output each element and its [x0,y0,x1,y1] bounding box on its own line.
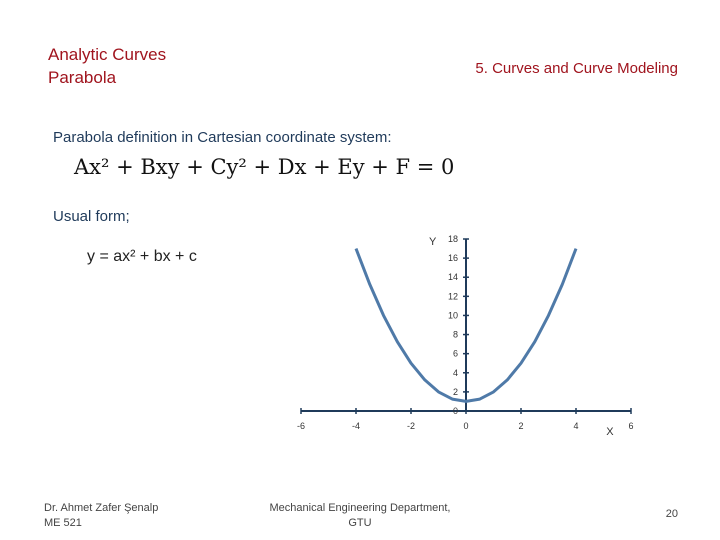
page-number: 20 [665,508,678,520]
y-tick-label: 10 [448,310,458,320]
y-tick-label: 16 [448,253,458,263]
y-tick-label: 4 [453,368,458,378]
x-tick-label: 2 [518,421,523,431]
author-name: Dr. Ahmet Zafer Şenalp [44,502,159,514]
course-code: ME 521 [44,517,82,529]
y-tick-label: 12 [448,291,458,301]
x-tick-label: -6 [297,421,305,431]
parabola-chart: -6 -4 -2 0 2 4 6 0 2 4 6 8 10 12 14 16 18 X Y [297,234,634,438]
slide: Analytic Curves Parabola 5. Curves and C… [0,0,720,540]
x-tick-label: -2 [407,421,415,431]
y-tick-label: 0 [453,406,458,416]
x-tick-label: 6 [628,421,633,431]
x-tick-label: -4 [352,421,360,431]
y-axis-label: Y [429,236,437,248]
y-tick-label: 18 [448,234,458,244]
footer-author: Dr. Ahmet Zafer Şenalp ME 521 [44,501,158,531]
y-tick-label: 2 [453,387,458,397]
y-tick-label: 6 [453,349,458,359]
x-tick-label: 4 [573,421,578,431]
x-axis-label: X [606,426,614,438]
footer-department: Mechanical Engineering Department, GTU [269,502,451,529]
y-tick-label: 8 [453,330,458,340]
y-tick-label: 14 [448,272,458,282]
x-tick-label: 0 [463,421,468,431]
